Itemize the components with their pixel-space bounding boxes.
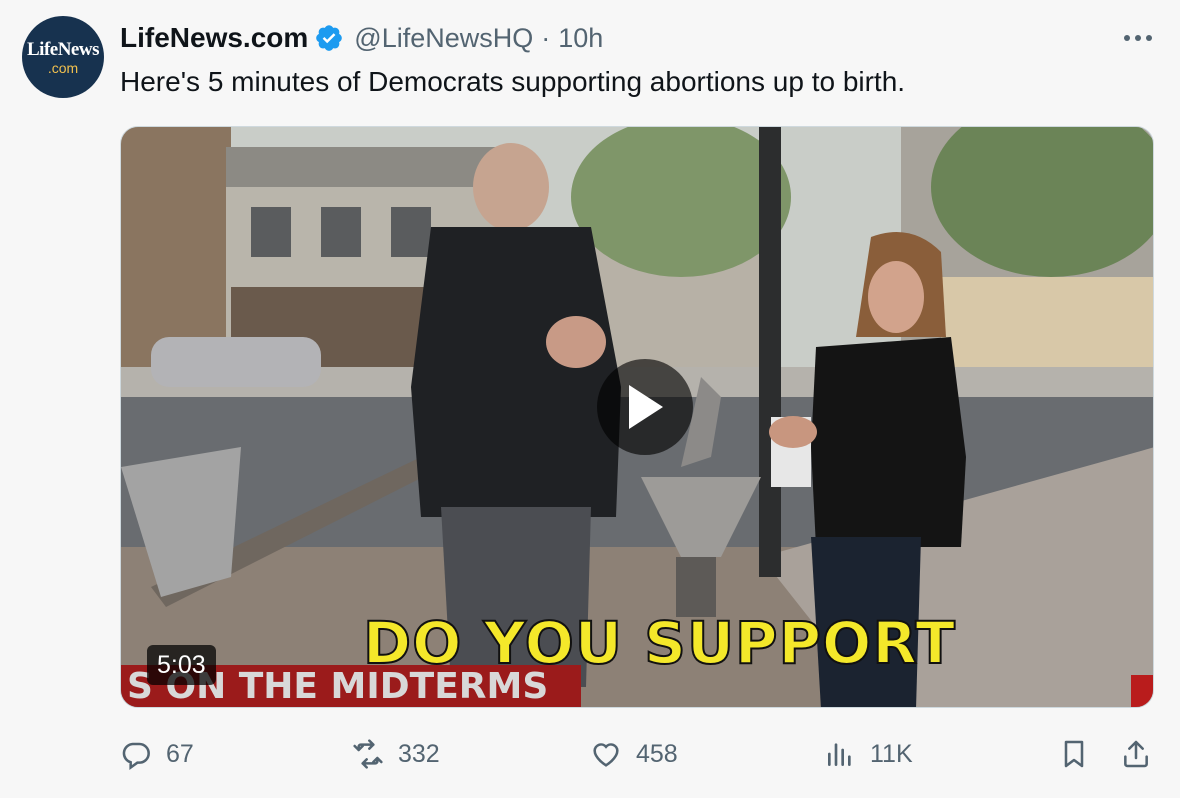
more-icon[interactable]	[1118, 24, 1158, 52]
separator-dot: ·	[541, 22, 551, 53]
author-name[interactable]: LifeNews.com	[120, 22, 308, 54]
views-count: 11K	[870, 739, 913, 768]
avatar[interactable]: LifeNews .com	[22, 16, 104, 98]
play-icon	[629, 385, 663, 429]
play-button[interactable]	[597, 359, 693, 455]
video-player[interactable]: DO YOU SUPPORT S ON THE MIDTERMS 5:03	[120, 126, 1154, 708]
retweet-button[interactable]: 332	[352, 728, 440, 780]
bookmark-icon	[1064, 740, 1084, 768]
tweet-text: Here's 5 minutes of Democrats supporting…	[120, 66, 906, 97]
tweet-timestamp[interactable]: 10h	[558, 23, 603, 54]
reply-button[interactable]: 67	[120, 728, 194, 780]
like-count: 458	[636, 739, 678, 768]
author-handle[interactable]: @LifeNewsHQ	[354, 23, 533, 54]
reply-count: 67	[166, 739, 194, 768]
bookmark-button[interactable]	[1058, 728, 1090, 780]
avatar-logo-line1: LifeNews	[27, 38, 99, 60]
ticker-edge	[1131, 675, 1153, 707]
retweet-count: 332	[398, 739, 440, 768]
reply-icon	[122, 742, 150, 770]
verified-badge-icon	[316, 25, 343, 51]
views-button[interactable]: 11K	[824, 728, 913, 780]
video-duration: 5:03	[147, 645, 216, 685]
share-icon	[1124, 740, 1148, 768]
retweet-icon	[353, 739, 383, 769]
avatar-logo-line2: .com	[47, 59, 79, 76]
views-icon	[828, 743, 851, 766]
share-button[interactable]	[1120, 728, 1152, 780]
tweet-actions: 67 332 458 11K	[0, 728, 1180, 780]
like-button[interactable]: 458	[590, 728, 678, 780]
like-icon	[593, 743, 619, 767]
tweet-header: LifeNews.com @LifeNewsHQ · 10h	[120, 20, 603, 56]
